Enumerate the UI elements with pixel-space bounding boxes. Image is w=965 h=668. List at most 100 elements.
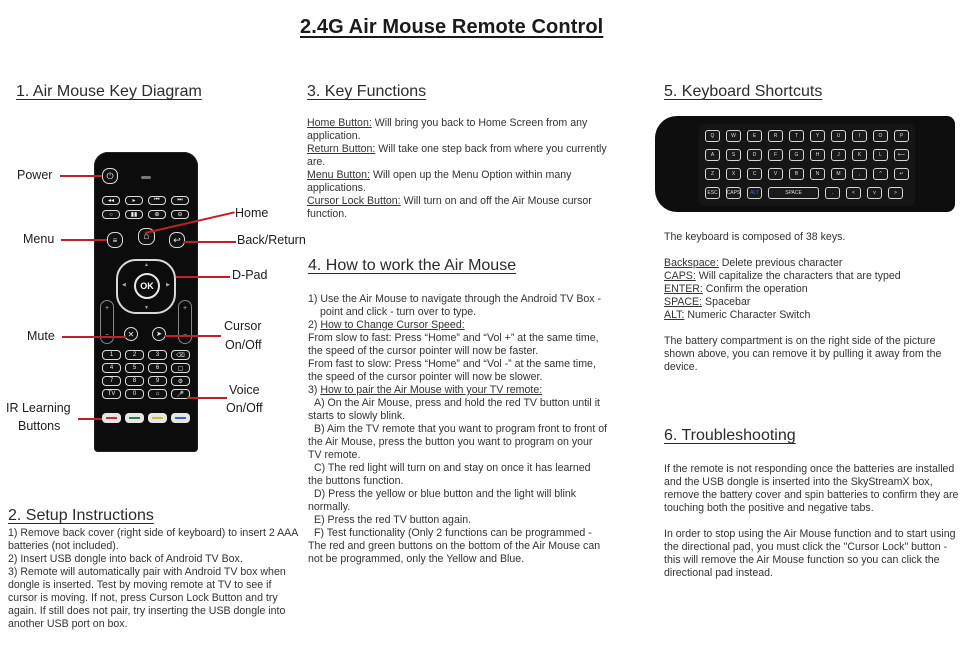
shortcut-item: CAPS: Will capitalize the characters tha… xyxy=(664,270,954,283)
back-icon: ↩ xyxy=(169,232,185,248)
keyboard-key: G xyxy=(789,149,804,161)
page-up-icon: + xyxy=(182,305,188,312)
ir-learning-button xyxy=(102,413,121,423)
shortcut-item: ALT: Numeric Character Switch xyxy=(664,309,954,322)
ir-color-bar xyxy=(129,417,140,419)
label-voice-2: On/Off xyxy=(226,401,263,415)
keyboard-key: L xyxy=(873,149,888,161)
keyboard-image: Q W E R T Y U I O P A S D F G H J K L ⟵ Z X C V B N M, ^ ↵ ESC CAPS ALT… xyxy=(655,116,955,212)
numpad-key: ▢ xyxy=(171,363,190,373)
keyboard-key: M xyxy=(831,168,846,180)
keyboard-key: Z xyxy=(705,168,720,180)
shortcut-desc: Will capitalize the characters that are … xyxy=(695,270,901,282)
label-ir-1: IR Learning xyxy=(6,401,71,415)
pair-title: How to pair the Air Mouse with your TV r… xyxy=(320,384,543,396)
label-home: Home xyxy=(235,206,269,220)
troubleshooting-text: If the remote is not responding once the… xyxy=(664,463,959,580)
how-to-step-1: 1) Use the Air Mouse to navigate through… xyxy=(308,293,602,318)
step-prefix: 3) xyxy=(308,384,321,396)
numpad-key: ⚙ xyxy=(171,376,190,386)
shortcut-item: SPACE: Spacebar xyxy=(664,296,954,309)
key-diagram-heading: 1. Air Mouse Key Diagram xyxy=(16,83,202,100)
key-functions-list: Home Button: Will bring you back to Home… xyxy=(307,117,607,221)
zoom-out-icon: ⊖ xyxy=(171,210,189,219)
cursor-icon: ➤ xyxy=(152,327,166,341)
numpad-key: 4 xyxy=(102,363,121,373)
key-function-term: Home Button: xyxy=(307,117,372,129)
numpad-key: ⌂ xyxy=(148,389,167,399)
keyboard-key: K xyxy=(852,149,867,161)
keyboard-key: H xyxy=(810,149,825,161)
shortcut-term: Backspace: xyxy=(664,257,719,269)
how-to-steps: 1) Use the Air Mouse to navigate through… xyxy=(308,293,608,566)
ir-color-bar xyxy=(175,417,186,419)
numpad-key: 7 xyxy=(102,376,121,386)
keyboard-keys: Q W E R T Y U I O P A S D F G H J K L ⟵ Z X C V B N M, ^ ↵ ESC CAPS ALT… xyxy=(699,124,915,206)
shortcut-item: Backspace: Delete previous character xyxy=(664,257,954,270)
key-function-item: Cursor Lock Button: Will turn on and off… xyxy=(307,195,607,221)
pair-step: B) Aim the TV remote that you want to pr… xyxy=(308,423,608,461)
troubleshooting-heading: 6. Troubleshooting xyxy=(664,427,796,444)
keyboard-key: > xyxy=(888,187,903,199)
key-function-item: Menu Button: Will open up the Menu Optio… xyxy=(307,169,607,195)
ir-learning-button xyxy=(171,413,190,423)
setup-heading: 2. Setup Instructions xyxy=(8,507,154,524)
label-dpad: D-Pad xyxy=(232,268,268,282)
ir-color-bar xyxy=(152,417,163,419)
label-power: Power xyxy=(17,168,53,182)
numpad-key: 6 xyxy=(148,363,167,373)
shortcut-term: ENTER: xyxy=(664,283,703,295)
keyboard-key: A xyxy=(705,149,720,161)
prev-icon: ⏮ xyxy=(148,196,166,205)
keyboard-key: ALT xyxy=(747,187,762,199)
keyboard-key: V xyxy=(768,168,783,180)
numpad-key: TV xyxy=(102,389,121,399)
vol-plus-icon: + xyxy=(104,305,110,312)
pair-step: A) On the Air Mouse, press and hold the … xyxy=(308,397,600,422)
keyboard-key: C xyxy=(747,168,762,180)
cursor-speed-line: From slow to fast: Press “Home” and “Vol… xyxy=(308,332,599,357)
dpad-up-icon: ▲ xyxy=(144,262,149,268)
leader-line-cursor xyxy=(165,335,221,337)
keyboard-key: R xyxy=(768,130,783,142)
label-mute: Mute xyxy=(27,329,55,343)
shortcut-desc: Delete previous character xyxy=(718,257,843,269)
remote-image: ⏻ ◂◂ ▸ ⏮ ⏭ ○ ▮▮ ⊕ ⊖ ≡ ⌂ ↩ ▲ ▼ ◀ ▶ OK + −… xyxy=(94,152,198,452)
led-indicator xyxy=(141,176,151,179)
next-icon: ⏭ xyxy=(171,196,189,205)
dpad-left-icon: ◀ xyxy=(122,282,126,288)
rewind-icon: ◂◂ xyxy=(102,196,120,205)
keyboard-key: I xyxy=(852,130,867,142)
battery-note: The battery compartment is on the right … xyxy=(664,335,942,373)
ir-color-bar xyxy=(106,417,117,419)
pair-step: E) Press the red TV button again. xyxy=(314,514,472,526)
setup-step: 1) Remove back cover (right side of keyb… xyxy=(8,527,298,552)
keyboard-key: P xyxy=(894,130,909,142)
cursor-speed-title: How to Change Cursor Speed: xyxy=(320,319,465,331)
numpad-key: 2 xyxy=(125,350,144,360)
pair-step: D) Press the yellow or blue button and t… xyxy=(308,488,577,513)
shortcut-term: ALT: xyxy=(664,309,685,321)
keyboard-key: U xyxy=(831,130,846,142)
how-to-heading: 4. How to work the Air Mouse xyxy=(308,257,517,274)
how-to-step-2-title: 2) How to Change Cursor Speed: xyxy=(308,319,608,332)
dpad-right-icon: ▶ xyxy=(166,282,170,288)
leader-line-menu xyxy=(61,239,107,241)
ok-button: OK xyxy=(134,273,160,299)
keyboard-key: CAPS xyxy=(726,187,741,199)
key-functions-heading: 3. Key Functions xyxy=(307,83,427,100)
ir-learning-button xyxy=(125,413,144,423)
keyboard-intro: The keyboard is composed of 38 keys. xyxy=(664,231,846,243)
dpad: ▲ ▼ ◀ ▶ OK xyxy=(116,259,176,314)
step-prefix: 2) xyxy=(308,319,321,331)
troubleshooting-para: If the remote is not responding once the… xyxy=(664,463,959,514)
leader-line-mute xyxy=(62,336,126,338)
shortcuts-heading: 5. Keyboard Shortcuts xyxy=(664,83,823,100)
play-icon: ▸ xyxy=(125,196,143,205)
keyboard-key: D xyxy=(747,149,762,161)
numpad-key: ⌫ xyxy=(171,350,190,360)
keyboard-key: v xyxy=(867,187,882,199)
